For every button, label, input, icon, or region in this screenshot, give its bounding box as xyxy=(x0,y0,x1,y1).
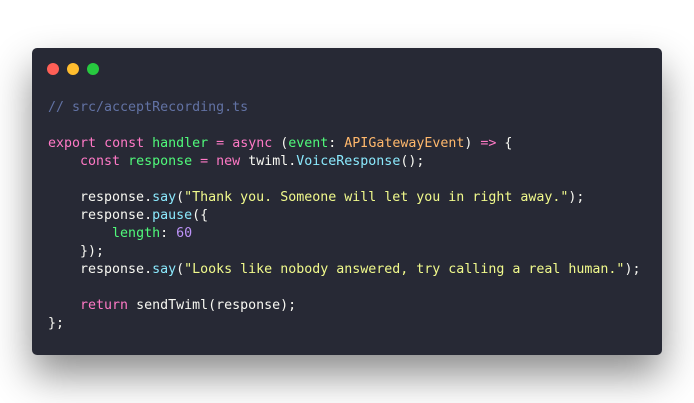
code-token-string: "Thank you. Someone will let you in righ… xyxy=(184,190,569,205)
code-token-plain: ); xyxy=(568,190,585,205)
code-token-plain: (); xyxy=(400,154,425,169)
code-token-func: VoiceResponse xyxy=(296,154,401,169)
window-controls xyxy=(47,63,99,75)
minimize-dot-icon xyxy=(67,63,79,75)
code-token-plain: ( xyxy=(272,136,289,151)
code-token-keyword: export xyxy=(48,136,97,151)
code-token-def: response xyxy=(128,154,193,169)
code-token-comment: // src/acceptRecording.ts xyxy=(48,100,249,115)
code-token-keyword: async xyxy=(232,136,273,151)
code-token-plain: response. xyxy=(48,262,153,277)
code-token-plain: : xyxy=(160,226,177,241)
code-token-plain: ({ xyxy=(192,208,209,223)
code-block: // src/acceptRecording.ts export const h… xyxy=(48,99,640,333)
code-line: return sendTwiml(response); xyxy=(48,297,640,315)
code-token-def: handler xyxy=(152,136,209,151)
code-token-def: event xyxy=(288,136,329,151)
code-token-plain: ) xyxy=(464,136,481,151)
maximize-dot-icon xyxy=(87,63,99,75)
code-token-plain: twiml. xyxy=(240,154,297,169)
code-token-plain: sendTwiml(response); xyxy=(128,298,297,313)
code-token-keyword: return xyxy=(80,298,129,313)
code-token-plain: }; xyxy=(48,316,65,331)
code-token-keyword: new xyxy=(216,154,241,169)
code-token-plain: response. xyxy=(48,190,153,205)
code-token-def: length xyxy=(112,226,161,241)
code-token-plain: { xyxy=(496,136,513,151)
code-token-number: 60 xyxy=(176,226,193,241)
code-token-func: say xyxy=(152,190,177,205)
code-token-plain: : xyxy=(328,136,345,151)
code-token-string: "Looks like nobody answered, try calling… xyxy=(184,262,625,277)
code-token-plain: ); xyxy=(624,262,641,277)
code-line: export const handler = async (event: API… xyxy=(48,135,640,153)
code-token-keyword: = xyxy=(200,154,209,169)
code-line: }); xyxy=(48,243,640,261)
code-token-plain: ( xyxy=(176,262,185,277)
code-token-plain: response. xyxy=(48,208,153,223)
code-token-plain: ( xyxy=(176,190,185,205)
code-line: length: 60 xyxy=(48,225,640,243)
code-token-func: pause xyxy=(152,208,193,223)
code-line: // src/acceptRecording.ts xyxy=(48,99,640,117)
code-line: }; xyxy=(48,315,640,333)
code-token-keyword: => xyxy=(480,136,497,151)
code-line: const response = new twiml.VoiceResponse… xyxy=(48,153,640,171)
code-token-plain: }); xyxy=(48,244,105,259)
code-line: response.say("Thank you. Someone will le… xyxy=(48,189,640,207)
code-token-func: say xyxy=(152,262,177,277)
code-line: response.pause({ xyxy=(48,207,640,225)
code-token-keyword: const xyxy=(80,154,121,169)
close-dot-icon xyxy=(47,63,59,75)
code-line: response.say("Looks like nobody answered… xyxy=(48,261,640,279)
code-token-keyword: = xyxy=(216,136,225,151)
code-token-type: APIGatewayEvent xyxy=(344,136,465,151)
code-token-keyword: const xyxy=(104,136,145,151)
code-window: // src/acceptRecording.ts export const h… xyxy=(32,48,662,355)
